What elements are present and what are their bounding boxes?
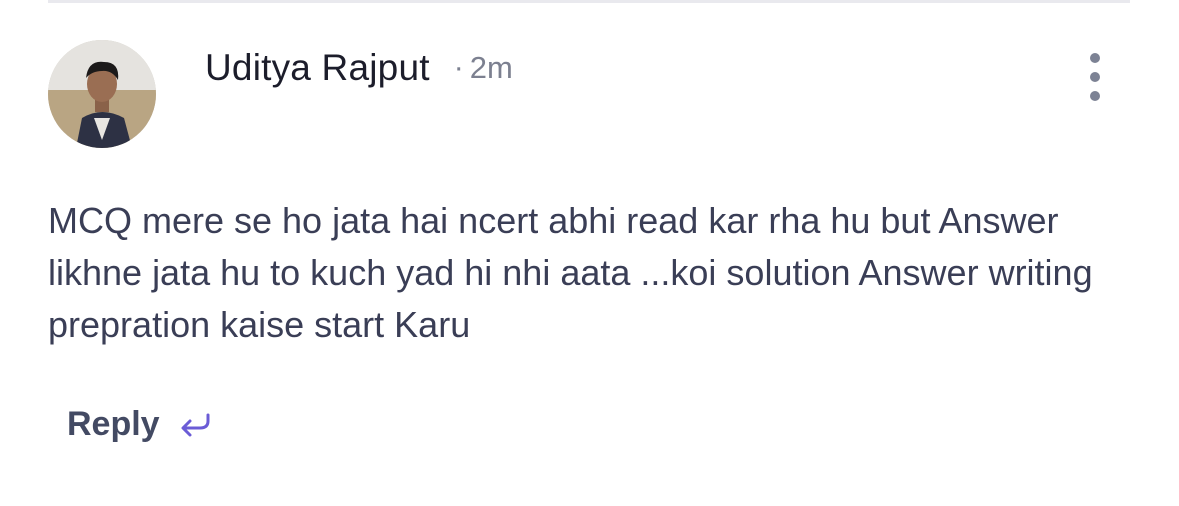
reply-label: Reply [67,404,160,443]
comment-body: MCQ mere se ho jata hai ncert abhi read … [48,200,1093,345]
reply-arrow-icon [178,409,212,439]
more-options-button[interactable] [1078,50,1112,104]
avatar[interactable] [48,40,156,148]
author-name[interactable]: Uditya Rajput [205,47,430,89]
top-divider [48,0,1130,3]
timestamp: 2m [469,50,513,85]
reply-button[interactable]: Reply [67,400,212,448]
more-vertical-icon [1090,53,1100,63]
comment-card: Uditya Rajput · 2m MCQ mere se ho jata h… [0,0,1179,506]
more-vertical-icon-dot [1090,91,1100,101]
comment-header: Uditya Rajput · 2m [205,40,513,96]
avatar-photo [48,40,156,148]
meta-separator: · [453,51,464,84]
more-vertical-icon-dot [1090,72,1100,82]
